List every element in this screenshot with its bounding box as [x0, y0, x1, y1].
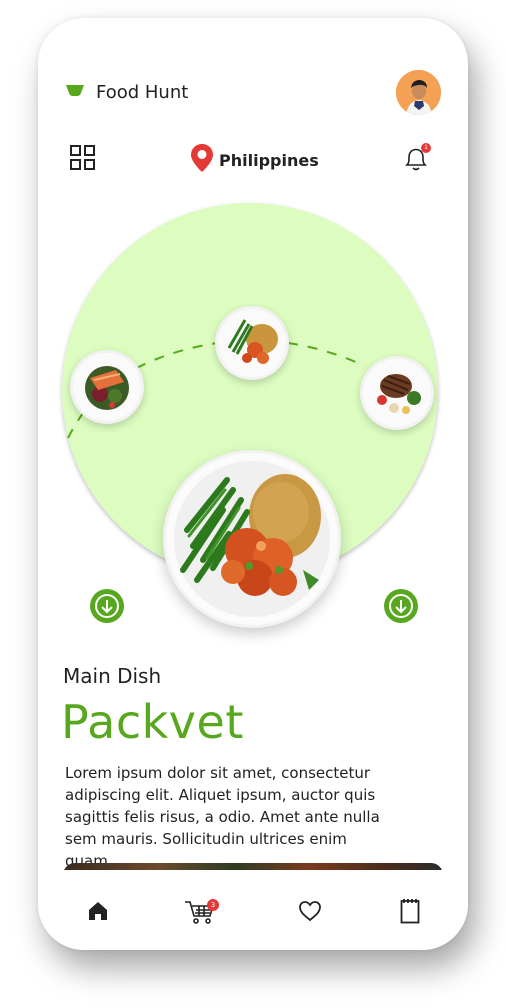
arrow-down-icon[interactable] [384, 589, 418, 623]
plate-shrimp-small[interactable] [215, 306, 289, 380]
home-icon[interactable] [87, 900, 109, 927]
plate-selected-main[interactable] [163, 450, 341, 628]
bottom-tab-bar: 3 [38, 870, 468, 950]
heart-icon[interactable] [298, 900, 322, 927]
plate-steak[interactable] [360, 356, 434, 430]
dish-name: Packvet [61, 695, 244, 749]
orders-icon[interactable] [400, 898, 420, 929]
dish-description: Lorem ipsum dolor sit amet, consectetur … [65, 764, 380, 870]
cart-count-badge: 3 [207, 899, 219, 911]
dish-category: Main Dish [63, 664, 162, 688]
plate-salmon-salad[interactable] [70, 350, 144, 424]
arrow-down-icon[interactable] [90, 589, 124, 623]
phone-screen: Food Hunt Philippines 1 Main Dish Packve… [38, 18, 468, 950]
